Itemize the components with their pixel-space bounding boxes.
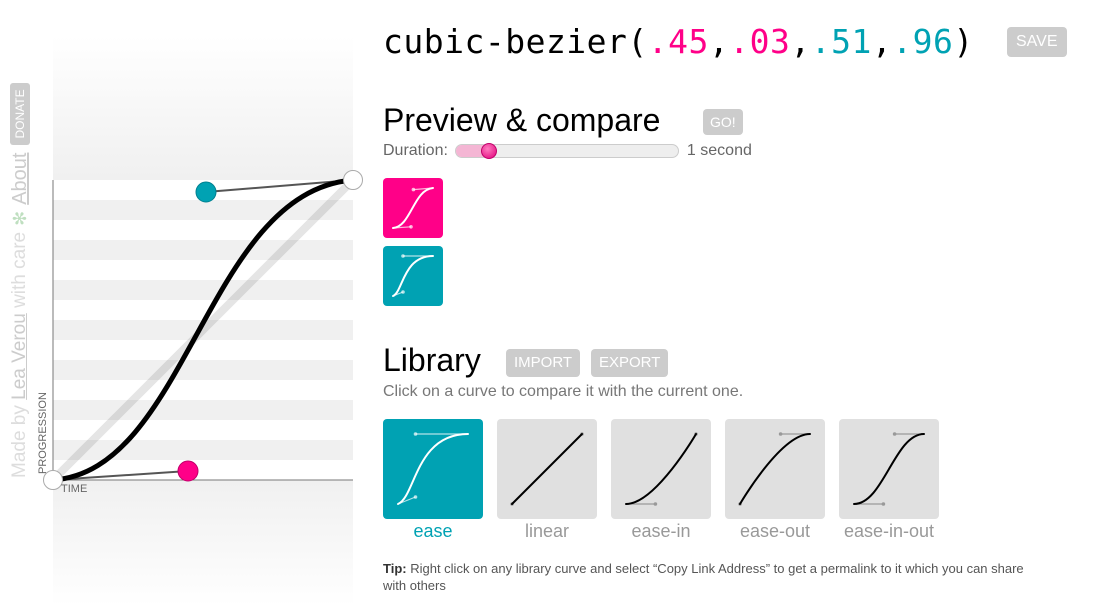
library-item-ease-in[interactable]: ease-in [611, 419, 711, 542]
mini-handle-point [892, 432, 897, 436]
mini-handle-point [413, 432, 418, 436]
library-item-linear[interactable]: linear [497, 419, 597, 542]
mini-handle-point [653, 502, 658, 506]
library-curve [625, 432, 698, 506]
library-item-label: ease-out [739, 521, 811, 541]
code-value-y1: .03 [729, 22, 791, 61]
go-button[interactable]: GO! [703, 109, 743, 135]
library-curve [853, 432, 925, 506]
mini-handle-point [401, 290, 405, 294]
tip-body: Right click on any library curve and sel… [383, 561, 1024, 593]
code-value-x2: .51 [810, 22, 872, 61]
preview-current-curve [392, 187, 434, 229]
library-item-label: linear [524, 521, 570, 541]
duration-value: 1 second [686, 142, 752, 159]
mini-handle-point [778, 432, 783, 436]
y-axis-label: PROGRESSION [37, 392, 49, 474]
preview-box-current[interactable] [383, 178, 443, 238]
library-curve [397, 432, 469, 505]
library-item-label: ease [413, 521, 453, 541]
library-curve-thumbnail[interactable] [839, 419, 939, 519]
library-item-ease-in-out[interactable]: ease-in-out [839, 419, 939, 542]
library-item-label: ease-in-out [843, 521, 935, 541]
code-separator: , [790, 22, 811, 61]
preview-compare-curve [392, 254, 434, 297]
code-suffix: ) [953, 22, 974, 61]
mini-curve [739, 433, 811, 505]
library-curve [510, 432, 584, 506]
mini-handle-point [411, 187, 416, 192]
mini-curve [392, 255, 434, 297]
library-item-label: ease-in [631, 521, 691, 541]
library-item-ease-out[interactable]: ease-out [725, 419, 825, 542]
mini-curve [392, 187, 434, 229]
linear-reference-line [50, 177, 356, 483]
mini-curve [853, 433, 925, 505]
preview-box-compare[interactable] [383, 246, 443, 306]
mini-handle-point [409, 225, 413, 229]
library-item-ease[interactable]: ease [383, 419, 483, 542]
mini-handle-point [413, 495, 418, 499]
code-value-y2: .96 [892, 22, 954, 61]
duration-label: Duration: [383, 142, 448, 159]
library-curve-thumbnail[interactable] [725, 419, 825, 519]
duration-slider-thumb[interactable] [481, 143, 498, 159]
bezier-code: cubic-bezier(.45,.03,.51,.96) [383, 22, 974, 61]
library-curve-thumbnail[interactable] [611, 419, 711, 519]
code-value-x1: .45 [647, 22, 709, 61]
mini-handle-point [881, 502, 886, 506]
mini-curve [511, 433, 583, 505]
export-button[interactable]: EXPORT [591, 349, 669, 377]
code-separator: , [871, 22, 893, 61]
library-curve [738, 432, 811, 506]
import-button[interactable]: IMPORT [506, 349, 581, 377]
library-curve-thumbnail[interactable] [497, 419, 597, 519]
library-title: Library [383, 342, 481, 378]
code-separator: , [708, 22, 730, 61]
code-prefix: cubic-bezier( [383, 22, 648, 61]
duration-slider[interactable] [454, 143, 679, 159]
end-point [343, 170, 363, 190]
tip-label: Tip: [383, 561, 407, 576]
tip-text: Tip: Right click on any library curve an… [383, 560, 1043, 594]
duration-control: Duration: 1 second [383, 142, 752, 160]
preview-title: Preview & compare [383, 102, 661, 138]
x-axis-label: TIME [61, 483, 88, 495]
mini-handle-point [401, 254, 405, 258]
p1-control-handle[interactable] [177, 460, 199, 482]
p2-control-handle[interactable] [195, 181, 217, 203]
mini-curve [625, 433, 697, 505]
library-curve-thumbnail[interactable] [383, 419, 483, 519]
library-description: Click on a curve to compare it with the … [383, 383, 744, 400]
mini-curve [397, 433, 469, 505]
save-button[interactable]: SAVE [1007, 27, 1067, 57]
